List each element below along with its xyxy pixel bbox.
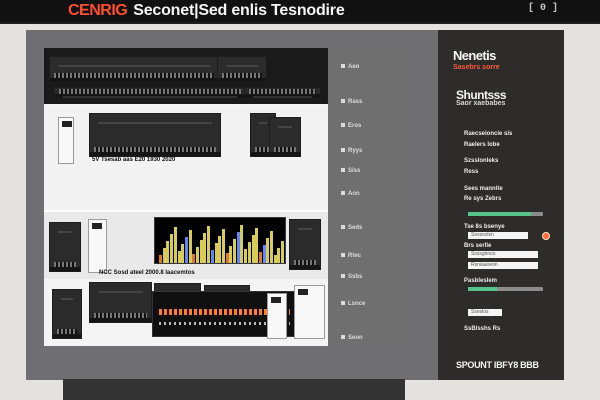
hardware-gallery: 5V Tsesab aas E20 1930 2020 NCC Sosd ate…: [44, 48, 329, 346]
overlay-row: Rass: [341, 99, 362, 105]
title-bar: CENRIG Seconet|Sed enlis Tesnodire [ 0 ]: [0, 0, 600, 24]
sidebar-label: Sees mannite: [464, 186, 503, 192]
equalizer-bar: [214, 243, 218, 263]
brand-header: CENRIG Seconet|Sed enlis Tesnodire: [68, 0, 345, 22]
sidebar-label: Ress: [464, 169, 479, 175]
overlay-row: Seon: [341, 335, 363, 341]
equalizer-bar: [270, 231, 273, 263]
equalizer-bar: [251, 235, 255, 263]
equalizer-bar: [229, 246, 233, 263]
sidebar-label: Pasbleslem: [464, 278, 498, 284]
rack-row-bottom: [44, 279, 329, 346]
sidebar-label: Raelers lobe: [464, 142, 500, 148]
device-caption: 5V Tsesab aas E20 1930 2020: [92, 157, 176, 163]
equalizer-bar: [203, 233, 207, 263]
equalizer-bar: [262, 245, 266, 263]
controller-device: [58, 117, 74, 164]
overlay-row: Rtec: [341, 253, 361, 259]
meter-fill: [468, 287, 497, 291]
text-field[interactable]: Rsniaaoeon: [468, 262, 538, 269]
overlay-row: Seds: [341, 225, 362, 231]
footer-strip: [63, 379, 405, 400]
section-subheading: Saor xaebabes: [456, 100, 506, 107]
sidebar-label: Brs serlle: [464, 243, 492, 249]
equalizer-bar: [266, 238, 270, 263]
controller-device: [267, 293, 287, 339]
preview-overlay: Aeo Rass Eros Ryys Siss Aon Seds Rtec Ssbs Lsnce S…: [328, 48, 410, 346]
overlay-row: Aon: [341, 191, 360, 197]
overlay-row: Ryys: [341, 148, 362, 154]
sidebar-label: Re sys Zebrs: [464, 196, 502, 202]
window-tag[interactable]: [ 0 ]: [528, 3, 558, 14]
page-title: Seconet|Sed enlis Tesnodire: [133, 2, 345, 19]
equalizer-bar: [184, 237, 188, 263]
equalizer-bar: [233, 239, 236, 263]
status-field[interactable]: Sosssolsn: [468, 232, 528, 239]
equalizer-bar: [162, 248, 166, 263]
equalizer-bar: [177, 251, 181, 263]
equalizer-bar: [281, 241, 285, 263]
equalizer-bar: [170, 234, 174, 263]
equalizer-bar: [173, 227, 177, 263]
overlay-row: Siss: [341, 168, 360, 174]
equalizer-display: [154, 217, 286, 264]
rack-row-top: [44, 48, 329, 107]
rack-row-middle: 5V Tsesab aas E20 1930 2020: [44, 107, 329, 210]
rack-unit: [89, 282, 152, 323]
meter-fill: [468, 212, 531, 216]
overlay-row: Eros: [341, 123, 361, 129]
controller-device: [294, 285, 325, 339]
rack-tower: [52, 289, 82, 339]
equalizer-bar: [196, 247, 199, 263]
rack-tower: [49, 222, 81, 272]
equalizer-bar: [207, 226, 211, 263]
sidebar-label: Raecseioncie sis: [464, 131, 513, 137]
equalizer-bar: [277, 248, 281, 263]
sidebar: Nenetis Sasebrs sorre Shuntsss Saor xaeb…: [438, 30, 564, 380]
sidebar-label: Szsslonleks: [464, 158, 499, 164]
status-indicator-icon: [542, 232, 550, 240]
equalizer-bar: [258, 252, 262, 263]
overlay-row: Ssbs: [341, 274, 362, 280]
equalizer-bar: [225, 253, 229, 263]
rack-tower: [289, 219, 321, 270]
app-window: CENRIG Seconet|Sed enlis Tesnodire [ 0 ]…: [0, 0, 600, 400]
equalizer-bar: [192, 254, 196, 263]
device-caption: NCC Sosd ateel 2000.8 Iaacemtos: [99, 270, 195, 276]
equalizer-bar: [199, 240, 203, 263]
rack-unit: [49, 56, 219, 83]
equalizer-bar: [247, 242, 251, 263]
sidebar-label: Tse 8s bsenye: [464, 224, 505, 230]
overlay-row: Lsnce: [341, 301, 365, 307]
brand-mark: CENRIG: [68, 2, 128, 19]
text-field[interactable]: Ssssgrinos: [468, 251, 538, 258]
meter-track: [468, 287, 543, 291]
equalizer-bar: [236, 232, 240, 263]
controller-device: [88, 219, 107, 273]
sidebar-subtitle: Sasebrs sorre: [453, 64, 500, 71]
sidebar-footer: SPOUNT IBFY8 BBB: [456, 360, 539, 370]
rack-strip: [244, 87, 321, 99]
meter-track: [468, 212, 543, 216]
overlay-row: Aeo: [341, 64, 359, 70]
equalizer-bar: [181, 244, 185, 263]
equalizer-bar: [244, 249, 248, 263]
equalizer-bar: [159, 255, 162, 263]
rack-row-lower: NCC Sosd ateel 2000.8 Iaacemtos: [44, 210, 329, 279]
rack-unit: [89, 113, 221, 157]
equalizer-bar: [188, 230, 192, 263]
compact-field[interactable]: Sseslos: [468, 309, 502, 316]
rack-strip: [54, 87, 246, 99]
rack-unit: [269, 117, 301, 157]
equalizer-bar: [221, 229, 225, 263]
equalizer-bar: [210, 250, 214, 263]
equalizer-bar: [218, 236, 222, 263]
equalizer-bar: [273, 255, 277, 263]
equalizer-bar: [240, 225, 244, 263]
sidebar-label: SsBlsshs Rs: [464, 326, 501, 332]
equalizer-bar: [166, 241, 170, 263]
sidebar-title: Nenetis: [453, 48, 496, 63]
rack-unit: [217, 56, 267, 83]
equalizer-bar: [255, 228, 259, 263]
